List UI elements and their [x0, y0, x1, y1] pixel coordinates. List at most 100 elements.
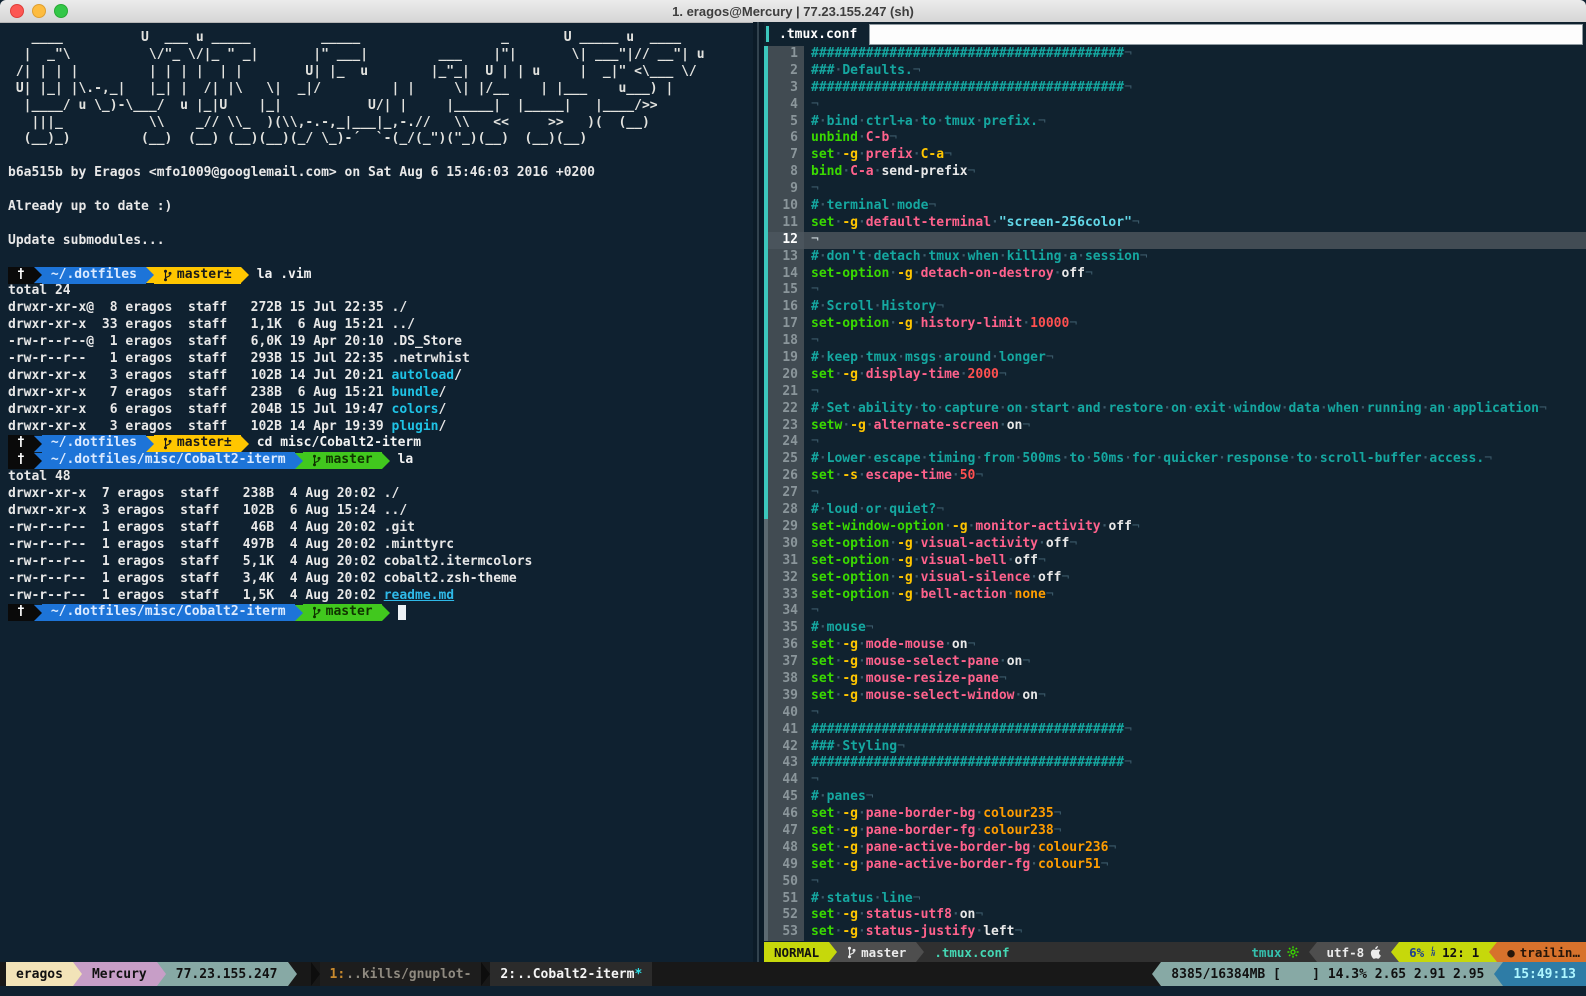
- line-number: 50: [768, 874, 804, 891]
- line-number: 27: [768, 485, 804, 502]
- vim-line-26: 26set·-s·escape-time·50¬: [764, 468, 1586, 485]
- shell-blank-line: [8, 182, 761, 199]
- git-branch-icon: [847, 946, 856, 959]
- vim-line-12: 12¬: [764, 232, 1586, 249]
- vim-line-48: 48set·-g·pane-active-border-bg·colour236…: [764, 840, 1586, 857]
- powerline-arrow: [1391, 942, 1399, 962]
- line-number: 42: [768, 739, 804, 756]
- vim-line-15: 15¬: [764, 282, 1586, 299]
- vim-line-22: 22#·Set·ability·to·capture·on·start·and·…: [764, 401, 1586, 418]
- vim-line-31: 31set-option·-g·visual-bell·off¬: [764, 553, 1586, 570]
- prompt-status-segment: †: [8, 435, 34, 452]
- shell-text-line: drwxr-xr-x 7 eragos staff 238B 4 Aug 20:…: [8, 486, 761, 503]
- powerline-arrow: [1494, 962, 1503, 986]
- line-number: 28: [768, 502, 804, 519]
- line-number-icon: LN: [1431, 947, 1435, 958]
- vim-line-30: 30set-option·-g·visual-activity·off¬: [764, 536, 1586, 553]
- line-number: 13: [768, 249, 804, 266]
- vim-line-37: 37set·-g·mouse-select-pane·on¬: [764, 654, 1586, 671]
- powerline-arrow: [829, 942, 837, 962]
- shell-text-line: Already up to date :): [8, 199, 761, 216]
- tmux-statusbar: eragos Mercury 77.23.155.247 1:..kills/g…: [0, 962, 1586, 986]
- vim-line-18: 18¬: [764, 333, 1586, 350]
- prompt-branch-segment: master: [303, 452, 382, 469]
- vim-line-35: 35#·mouse¬: [764, 620, 1586, 637]
- branch-name: master: [861, 945, 906, 960]
- line-number: 33: [768, 587, 804, 604]
- tmux-window-2[interactable]: 2:..Cobalt2-iterm*: [490, 962, 652, 986]
- tmux-window-list: 1:..kills/gnuplot- 2:..Cobalt2-iterm*: [311, 962, 653, 986]
- tab-tmux-conf[interactable]: .tmux.conf: [769, 27, 869, 42]
- line-number: 52: [768, 907, 804, 924]
- shell-output: b6a515b by Eragos <mfo1009@googlemail.co…: [8, 148, 761, 621]
- shell-blank-line: [8, 148, 761, 165]
- shell-text-line: Update submodules...: [8, 233, 761, 250]
- powerline-arrow: [1489, 942, 1497, 962]
- vim-line-44: 44¬: [764, 772, 1586, 789]
- titlebar: 1. eragos@Mercury | 77.23.155.247 (sh): [0, 0, 1586, 23]
- vim-line-29: 29set-window-option·-g·monitor-activity·…: [764, 519, 1586, 536]
- prompt-status-segment: †: [8, 267, 34, 284]
- prompt-path-segment: ~/.dotfiles: [42, 435, 146, 452]
- vim-line-38: 38set·-g·mouse-resize-pane¬: [764, 671, 1586, 688]
- shell-prompt: †~/.dotfiles/misc/Cobalt2-itermmasterla: [8, 452, 761, 469]
- shell-text-line: -rw-r--r--@ 1 eragos staff 6,0K 19 Apr 2…: [8, 334, 761, 351]
- line-number: 51: [768, 891, 804, 908]
- prompt-branch-segment: master±: [154, 435, 241, 452]
- line-number: 15: [768, 282, 804, 299]
- line-number: 46: [768, 806, 804, 823]
- airline-fill: tmux: [1020, 942, 1309, 962]
- session-ip: 77.23.155.247: [166, 962, 288, 986]
- line-number: 3: [768, 80, 804, 97]
- line-number: 41: [768, 722, 804, 739]
- vim-line-39: 39set·-g·mouse-select-window·on¬: [764, 688, 1586, 705]
- shell-text-line: drwxr-xr-x 3 eragos staff 102B 14 Apr 19…: [8, 419, 761, 436]
- vim-line-36: 36set·-g·mode-mouse·on¬: [764, 637, 1586, 654]
- airline-filename: .tmux.conf: [924, 942, 1019, 962]
- line-number: 4: [768, 97, 804, 114]
- line-number: 34: [768, 603, 804, 620]
- vim-line-13: 13#·don't·detach·tmux·when·killing·a·ses…: [764, 249, 1586, 266]
- line-number: 12: [768, 232, 804, 249]
- warning-text: trailin…: [1520, 945, 1580, 960]
- line-number: 10: [768, 198, 804, 215]
- line-number: 32: [768, 570, 804, 587]
- shell-text-line: drwxr-xr-x 33 eragos staff 1,1K 6 Aug 15…: [8, 317, 761, 334]
- vim-line-41: 41######################################…: [764, 722, 1586, 739]
- typed-command: la .vim: [257, 267, 312, 284]
- clock: 15:49:13: [1503, 962, 1586, 986]
- powerline-arrow: [1309, 942, 1317, 962]
- powerline-arrow: [157, 962, 166, 986]
- shell-text-line: total 24: [8, 283, 761, 300]
- vim-tabline: .tmux.conf: [764, 22, 1586, 46]
- vim-line-2: 2###·Defaults.¬: [764, 63, 1586, 80]
- line-number: 40: [768, 705, 804, 722]
- vim-buffer[interactable]: 1#######################################…: [764, 46, 1586, 942]
- vim-line-46: 46set·-g·pane-border-bg·colour235¬: [764, 806, 1586, 823]
- line-number: 22: [768, 401, 804, 418]
- apple-icon: [1370, 946, 1381, 959]
- shell-prompt[interactable]: †~/.dotfiles/misc/Cobalt2-itermmaster: [8, 604, 761, 621]
- vim-line-23: 23setw·-g·alternate-screen·on¬: [764, 418, 1586, 435]
- ascii-banner: ____ U ___ u _____ _____ _ U _____ u ___…: [8, 30, 761, 148]
- terminal-window: 1. eragos@Mercury | 77.23.155.247 (sh) _…: [0, 0, 1586, 996]
- terminal-cursor[interactable]: [398, 605, 406, 620]
- tmux-window-1[interactable]: 1:..kills/gnuplot-: [320, 962, 482, 986]
- line-number: 19: [768, 350, 804, 367]
- shell-text-line: -rw-r--r-- 1 eragos staff 46B 4 Aug 20:0…: [8, 520, 761, 537]
- git-branch-icon: [312, 454, 321, 467]
- vim-line-5: 5#·bind·ctrl+a·to·tmux·prefix.¬: [764, 114, 1586, 131]
- prompt-status-segment: †: [8, 604, 34, 621]
- pane-separator[interactable]: [753, 22, 764, 962]
- gear-icon: [1287, 946, 1299, 958]
- vim-line-14: 14set-option·-g·detach-on-destroy·off¬: [764, 266, 1586, 283]
- prompt-branch-segment: master: [303, 604, 382, 621]
- shell-blank-line: [8, 216, 761, 233]
- vim-line-19: 19#·keep·tmux·msgs·around·longer¬: [764, 350, 1586, 367]
- shell-pane[interactable]: ____ U ___ u _____ _____ _ U _____ u ___…: [0, 22, 761, 962]
- line-number: 17: [768, 316, 804, 333]
- line-number: 43: [768, 755, 804, 772]
- scroll-percent: 6%: [1409, 945, 1424, 960]
- airline-whitespace-warning: ●trailin…: [1497, 942, 1586, 962]
- column-number: 1: [1472, 945, 1480, 960]
